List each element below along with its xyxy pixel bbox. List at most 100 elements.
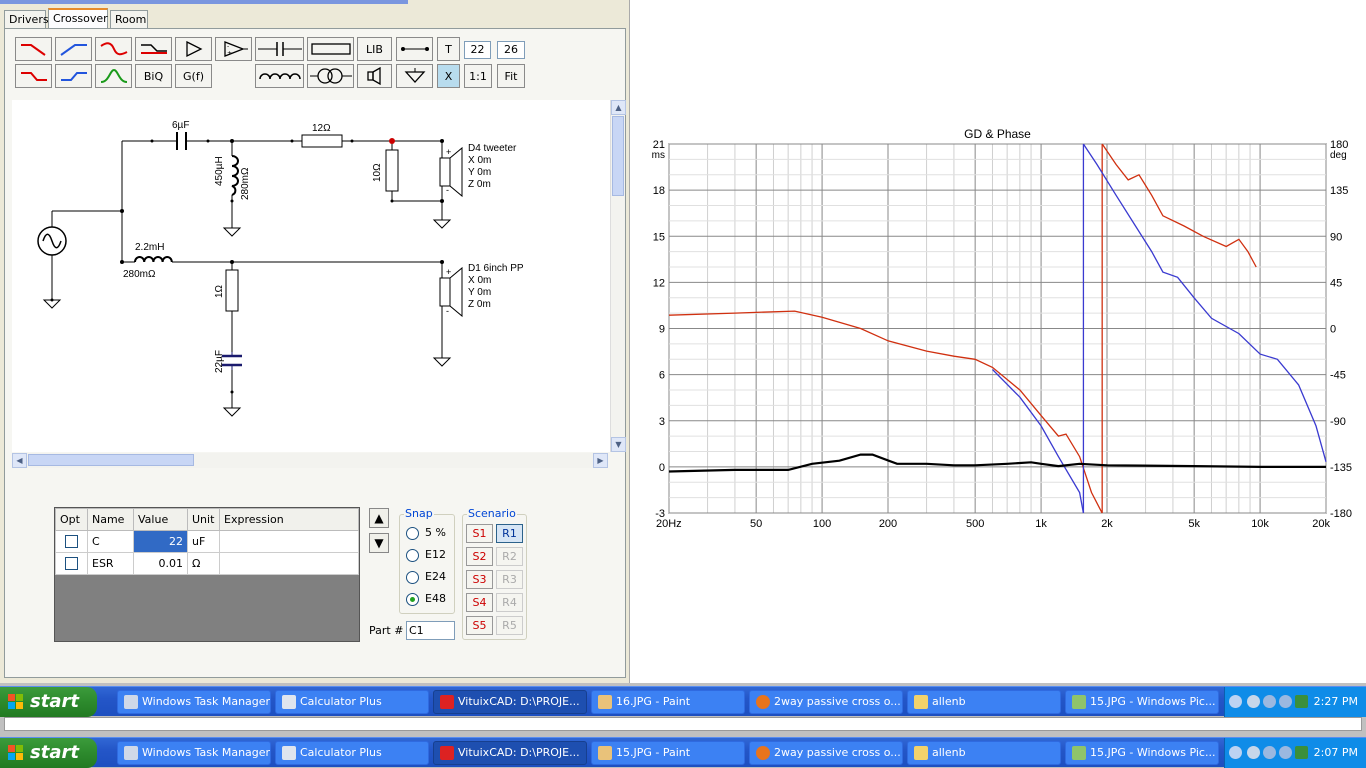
part-value-input[interactable]: 22	[133, 530, 188, 553]
scroll-up-arrow-icon[interactable]: ▲	[611, 100, 626, 115]
start-button[interactable]: start	[0, 738, 97, 768]
scenario-r1-button[interactable]: R1	[496, 524, 523, 543]
part-number-label: Part #	[369, 624, 404, 637]
task-item[interactable]: allenb	[907, 741, 1061, 765]
task-item[interactable]: Calculator Plus	[275, 690, 429, 714]
scenario-s2-button[interactable]: S2	[466, 547, 493, 566]
y-left-unit: ms	[652, 150, 665, 161]
snap-e24-radio[interactable]	[406, 571, 419, 584]
task-item[interactable]: 2way passive cross o...	[749, 741, 903, 765]
task-item[interactable]: VituixCAD: D:\PROJE...	[433, 741, 587, 765]
selected-node-marker	[389, 138, 395, 144]
gd-phase-chart[interactable]: 21 18018 13515 9012 459 06 -453 -900 -135-3 -1802…	[636, 0, 1366, 560]
biquad-button[interactable]: BiQ	[135, 64, 172, 88]
scenario-s5-button[interactable]: S5	[466, 616, 493, 635]
move-up-button[interactable]: ▲	[369, 508, 389, 528]
shelf-button[interactable]	[135, 37, 172, 61]
opt-checkbox[interactable]	[65, 535, 78, 548]
table-row[interactable]: C 22 uF	[55, 530, 359, 553]
network-icon[interactable]	[1247, 695, 1260, 708]
scenario-s3-button[interactable]: S3	[466, 570, 493, 589]
task-item[interactable]: Windows Task Manager	[117, 690, 271, 714]
scroll-down-arrow-icon[interactable]: ▼	[611, 437, 626, 452]
lowpass-red-button[interactable]	[15, 37, 52, 61]
zoom-1to1-button[interactable]: 1:1	[464, 64, 492, 88]
snap-5pct-radio[interactable]	[406, 527, 419, 540]
scenario-r3-button[interactable]: R3	[496, 570, 523, 589]
part-number-input[interactable]: C1	[406, 621, 455, 640]
task-item[interactable]: allenb	[907, 690, 1061, 714]
buffer-button[interactable]	[175, 37, 212, 61]
scroll-left-arrow-icon[interactable]: ◀	[12, 453, 27, 468]
ground-button[interactable]	[396, 64, 433, 88]
snap-e12-radio[interactable]	[406, 549, 419, 562]
notch-red-button[interactable]	[95, 37, 132, 61]
table-row[interactable]: ESR 0.01 Ω	[55, 552, 359, 575]
scroll-thumb[interactable]	[612, 116, 624, 196]
task-item[interactable]: 15.JPG - Windows Pic...	[1065, 741, 1219, 765]
tray-app-icon[interactable]	[1279, 746, 1292, 759]
r1-label: 1Ω	[214, 284, 225, 298]
task-item[interactable]: Calculator Plus	[275, 741, 429, 765]
part-value-input[interactable]: 0.01	[133, 552, 188, 575]
tray-chevron-icon[interactable]	[1229, 695, 1242, 708]
task-item[interactable]: VituixCAD: D:\PROJE...	[433, 690, 587, 714]
task-item[interactable]: 15.JPG - Windows Pic...	[1065, 690, 1219, 714]
transfer-function-button[interactable]: G(f)	[175, 64, 212, 88]
tray-app-icon[interactable]	[1279, 695, 1292, 708]
task-item[interactable]: 2way passive cross o...	[749, 690, 903, 714]
x-toggle-button[interactable]: X	[437, 64, 460, 88]
task-label: allenb	[932, 746, 966, 759]
battery-icon[interactable]	[1295, 695, 1308, 708]
battery-icon[interactable]	[1295, 746, 1308, 759]
start-button[interactable]: start	[0, 687, 97, 717]
transformer-button[interactable]	[307, 64, 354, 88]
scenario-s1-button[interactable]: S1	[466, 524, 493, 543]
snap-e48-radio[interactable]	[406, 593, 419, 606]
scenario-s4-button[interactable]: S4	[466, 593, 493, 612]
tray-chevron-icon[interactable]	[1229, 746, 1242, 759]
part-expression-input[interactable]	[219, 530, 359, 553]
volume-icon[interactable]	[1263, 695, 1276, 708]
capacitor-button[interactable]	[255, 37, 304, 61]
speaker-button[interactable]	[357, 64, 392, 88]
zoom-fit-button[interactable]: Fit	[497, 64, 525, 88]
bandpass-green-button[interactable]	[95, 64, 132, 88]
col-unit: Unit	[187, 508, 220, 531]
scenario-r2-button[interactable]: R2	[496, 547, 523, 566]
schematic-canvas[interactable]: 6µF 12Ω 450µH 280mΩ 10Ω D4 tweeter X 0m …	[12, 100, 610, 452]
down-triangle-icon: ▼	[374, 536, 384, 550]
opamp-button[interactable]: - +	[215, 37, 252, 61]
lowpass2-red-button[interactable]	[15, 64, 52, 88]
move-down-button[interactable]: ▼	[369, 533, 389, 553]
grid-x-field[interactable]: 22	[464, 41, 491, 59]
task-item[interactable]: Windows Task Manager	[117, 741, 271, 765]
task-label: 15.JPG - Paint	[616, 746, 691, 759]
tab-crossover[interactable]: Crossover	[48, 8, 108, 29]
volume-icon[interactable]	[1263, 746, 1276, 759]
tab-drivers[interactable]: Drivers	[4, 10, 49, 28]
part-expression-input[interactable]	[219, 552, 359, 575]
schematic-vertical-scrollbar[interactable]: ▲ ▼	[610, 100, 626, 452]
task-item[interactable]: 16.JPG - Paint	[591, 690, 745, 714]
windows-flag-icon	[8, 694, 23, 709]
network-icon[interactable]	[1247, 746, 1260, 759]
tab-room[interactable]: Room	[110, 10, 148, 28]
schematic-horizontal-scrollbar[interactable]: ◀ ▶	[12, 453, 608, 468]
calculator-icon	[282, 695, 296, 709]
grid-y-field[interactable]: 26	[497, 41, 525, 59]
scroll-right-arrow-icon[interactable]: ▶	[593, 453, 608, 468]
r280b-label: 280mΩ	[123, 269, 156, 280]
resistor-button[interactable]	[307, 37, 354, 61]
scenario-r5-button[interactable]: R5	[496, 616, 523, 635]
opt-checkbox[interactable]	[65, 557, 78, 570]
highpass-blue-button[interactable]	[55, 37, 92, 61]
lib-button[interactable]: LIB	[357, 37, 392, 61]
inductor-button[interactable]	[255, 64, 304, 88]
highpass2-blue-button[interactable]	[55, 64, 92, 88]
task-item[interactable]: 15.JPG - Paint	[591, 741, 745, 765]
scroll-thumb[interactable]	[28, 454, 194, 466]
text-button[interactable]: T	[437, 37, 460, 61]
scenario-r4-button[interactable]: R4	[496, 593, 523, 612]
wire-button[interactable]	[396, 37, 433, 61]
